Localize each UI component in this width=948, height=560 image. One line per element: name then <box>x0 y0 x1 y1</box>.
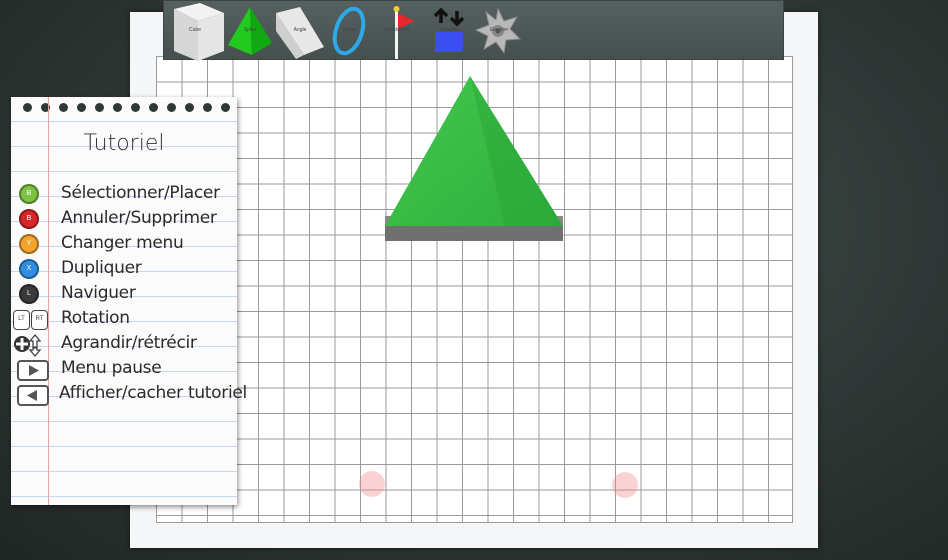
tutorial-panel: Tutoriel B Sélectionner/Placer B Annuler… <box>11 97 247 505</box>
tutorial-row-text: Afficher/cacher tutoriel <box>59 383 247 403</box>
tool-cube[interactable]: Cube <box>164 1 226 61</box>
spawn-marker-left[interactable] <box>359 471 385 497</box>
dpad-icon <box>14 333 42 357</box>
tool-label: Spike <box>243 27 257 33</box>
back-button-icon <box>17 385 49 406</box>
tutorial-title: Tutoriel <box>83 131 165 156</box>
tool-label: Elevator <box>489 27 509 33</box>
tutorial-row-text: Dupliquer <box>61 258 142 278</box>
tool-saw[interactable]: Elevator <box>474 1 524 61</box>
tool-label: Elevator <box>439 27 459 33</box>
tool-spike[interactable]: Spike <box>226 1 274 61</box>
tool-portal[interactable]: Portal <box>326 1 372 61</box>
tutorial-row-text: Annuler/Supprimer <box>61 208 217 228</box>
tutorial-row-text: Rotation <box>61 308 130 328</box>
tool-label: Angle <box>293 27 307 33</box>
tutorial-row-text: Naviguer <box>61 283 136 303</box>
lt-trigger-icon: LT <box>13 310 30 330</box>
tool-label: Portal <box>342 27 356 33</box>
tool-angle[interactable]: Angle <box>274 1 326 61</box>
tutorial-row-text: Sélectionner/Placer <box>61 183 220 203</box>
object-toolbar: Cube Spike Angle Portal Checkpoint Eleva… <box>163 0 784 61</box>
b-button-icon: B <box>19 209 39 229</box>
x-button-icon: X <box>19 259 39 279</box>
left-stick-icon: L <box>19 284 39 304</box>
b-button-icon: B <box>19 184 39 204</box>
tutorial-row-text: Changer menu <box>61 233 184 253</box>
spike-object[interactable] <box>385 76 563 241</box>
tool-checkpoint[interactable]: Checkpoint <box>372 1 422 61</box>
start-button-icon <box>17 360 49 381</box>
spawn-marker-right[interactable] <box>612 472 638 498</box>
y-button-icon: Y <box>19 234 39 254</box>
tool-label: Checkpoint <box>384 27 410 33</box>
tutorial-row-text: Agrandir/rétrécir <box>61 333 197 353</box>
rt-trigger-icon: RT <box>31 310 48 330</box>
tutorial-row-text: Menu pause <box>61 358 162 378</box>
tool-elevator[interactable]: Elevator <box>426 1 472 61</box>
margin-line <box>48 97 49 505</box>
tool-label: Cube <box>189 27 201 33</box>
